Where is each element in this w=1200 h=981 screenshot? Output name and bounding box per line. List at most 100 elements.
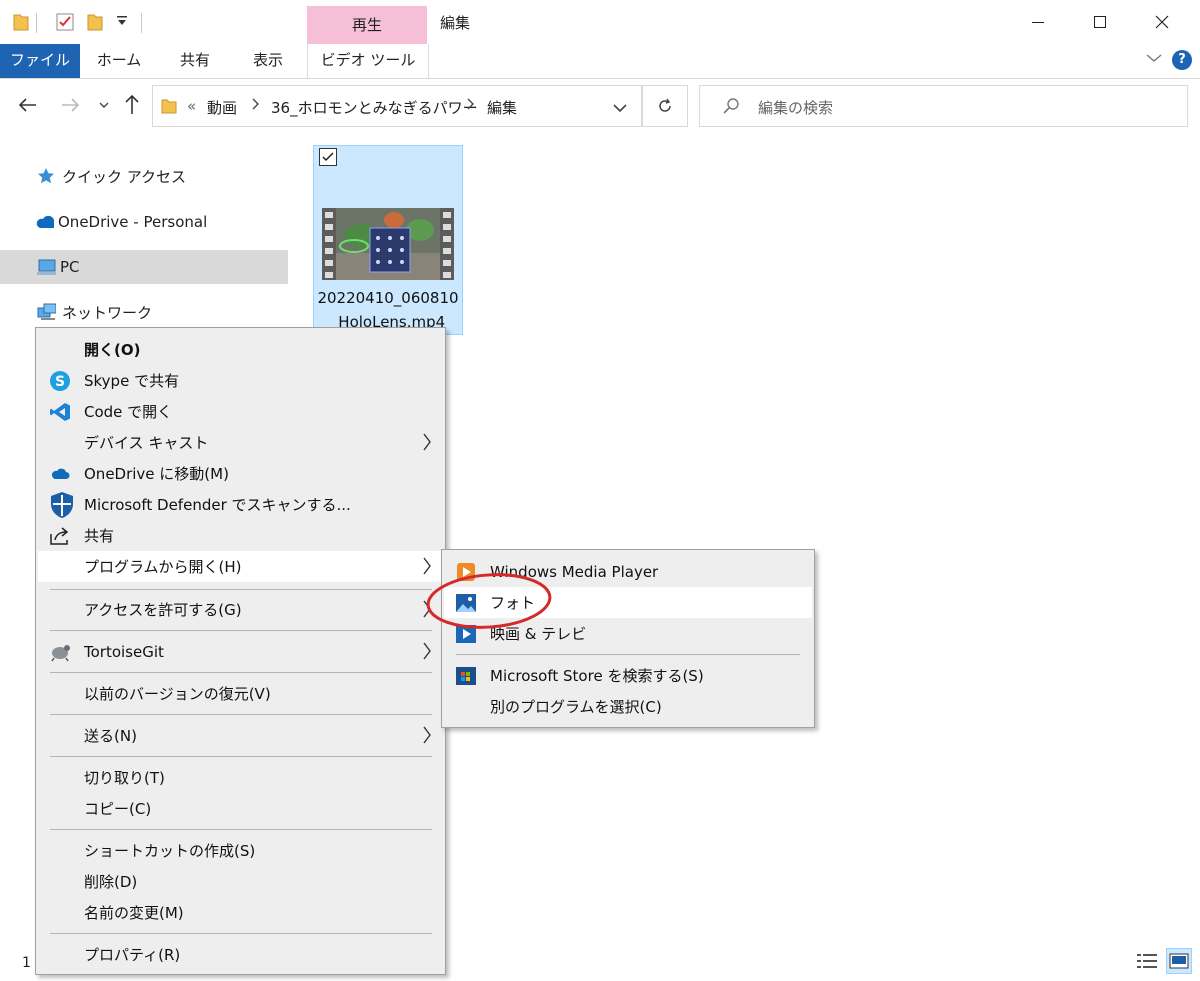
maximize-icon	[1094, 16, 1106, 28]
svg-text:S: S	[55, 374, 65, 390]
file-checkbox[interactable]	[319, 148, 337, 166]
menu-label: Microsoft Store を検索する(S)	[490, 667, 704, 685]
menu-label: 別のプログラムを選択(C)	[490, 698, 662, 716]
menu-item-tortoisegit[interactable]: TortoiseGit	[38, 636, 443, 667]
breadcrumb-project[interactable]: 36_ホロモンとみなぎるパワー	[271, 97, 478, 118]
menu-label: Skype で共有	[84, 372, 180, 390]
minimize-button[interactable]	[1007, 0, 1069, 44]
menu-item-copy[interactable]: コピー(C)	[38, 793, 443, 824]
network-icon	[36, 302, 56, 322]
details-view-button[interactable]	[1136, 950, 1158, 972]
nav-pc[interactable]: PC	[0, 250, 288, 284]
tab-video-tools[interactable]: ビデオ ツール	[307, 44, 429, 78]
file-item[interactable]: 20220410_060810_HoloLens.mp4	[313, 145, 463, 335]
cloud-icon	[34, 212, 54, 232]
folder-icon	[161, 97, 177, 119]
menu-label: ショートカットの作成(S)	[84, 842, 256, 860]
folder-icon	[12, 12, 30, 36]
close-button[interactable]	[1131, 0, 1193, 44]
breadcrumb-edit[interactable]: 編集	[487, 97, 517, 118]
menu-item-restore-previous-versions[interactable]: 以前のバージョンの復元(V)	[38, 678, 443, 709]
menu-separator	[50, 589, 432, 590]
forward-arrow-icon	[62, 98, 80, 112]
menu-label: Code で開く	[84, 403, 173, 421]
menu-separator	[50, 933, 432, 934]
menu-separator	[50, 829, 432, 830]
menu-label: アクセスを許可する(G)	[84, 601, 242, 619]
submenu-item-choose-another-app[interactable]: 別のプログラムを選択(C)	[444, 691, 812, 722]
nav-onedrive[interactable]: OneDrive - Personal	[0, 205, 288, 239]
menu-item-skype-share[interactable]: S Skype で共有	[38, 365, 443, 396]
menu-label: プロパティ(R)	[84, 946, 181, 964]
refresh-button[interactable]	[642, 85, 688, 127]
menu-label: デバイス キャスト	[84, 434, 209, 452]
contextual-tab-header: 再生	[307, 6, 427, 44]
video-thumbnail	[322, 208, 454, 280]
chevron-right-icon	[422, 641, 432, 666]
search-box[interactable]: 編集の検索	[699, 85, 1188, 127]
help-button[interactable]: ?	[1172, 50, 1192, 70]
chevron-down-icon	[99, 102, 109, 108]
breadcrumb-videos[interactable]: 動画	[207, 97, 237, 118]
menu-item-send-to[interactable]: 送る(N)	[38, 720, 443, 751]
maximize-button[interactable]	[1069, 0, 1131, 44]
up-button[interactable]	[122, 90, 142, 120]
menu-item-properties[interactable]: プロパティ(R)	[38, 939, 443, 970]
menu-separator	[50, 756, 432, 757]
menu-item-defender-scan[interactable]: Microsoft Defender でスキャンする...	[38, 489, 443, 520]
customize-quick-access-icon[interactable]	[116, 14, 128, 32]
menu-item-onedrive-move[interactable]: OneDrive に移動(M)	[38, 458, 443, 489]
menu-item-delete[interactable]: 削除(D)	[38, 866, 443, 897]
defender-shield-icon	[48, 491, 76, 519]
new-folder-icon[interactable]	[86, 12, 104, 36]
menu-item-give-access[interactable]: アクセスを許可する(G)	[38, 594, 443, 625]
menu-item-open[interactable]: 開く(O)	[38, 334, 443, 365]
nav-quick-access[interactable]: クイック アクセス	[0, 159, 288, 193]
menu-separator	[50, 714, 432, 715]
large-icons-view-button[interactable]	[1166, 948, 1192, 974]
search-icon	[722, 97, 740, 119]
nav-network[interactable]: ネットワーク	[0, 295, 288, 329]
menu-item-cast-to-device[interactable]: デバイス キャスト	[38, 427, 443, 458]
nav-label: PC	[60, 258, 80, 276]
tab-view[interactable]: 表示	[237, 44, 299, 78]
menu-label: 送る(N)	[84, 727, 137, 745]
cloud-icon	[49, 463, 71, 485]
menu-item-cut[interactable]: 切り取り(T)	[38, 762, 443, 793]
menu-item-open-with[interactable]: プログラムから開く(H)	[38, 551, 443, 582]
menu-item-rename[interactable]: 名前の変更(M)	[38, 897, 443, 928]
recent-locations-button[interactable]	[98, 90, 110, 120]
chevron-right-icon	[422, 432, 432, 457]
expand-ribbon-icon[interactable]	[1146, 48, 1162, 67]
address-dropdown-icon[interactable]	[613, 100, 627, 118]
window-title: 編集	[440, 14, 471, 32]
tab-file[interactable]: ファイル	[0, 44, 80, 78]
menu-separator	[456, 654, 800, 655]
address-bar[interactable]: « 動画 36_ホロモンとみなぎるパワー 編集	[152, 85, 642, 127]
minimize-icon	[1032, 22, 1044, 23]
contextual-tab-label: 再生	[351, 16, 382, 34]
tab-share[interactable]: 共有	[164, 44, 226, 78]
menu-label: 以前のバージョンの復元(V)	[84, 685, 271, 703]
menu-item-open-with-code[interactable]: Code で開く	[38, 396, 443, 427]
divider	[141, 13, 142, 33]
menu-label: Microsoft Defender でスキャンする...	[84, 496, 351, 514]
breadcrumb-overflow[interactable]: «	[187, 97, 196, 115]
forward-button[interactable]	[60, 90, 82, 120]
vscode-icon	[49, 401, 71, 423]
tab-home[interactable]: ホーム	[88, 44, 150, 78]
menu-label: 切り取り(T)	[84, 769, 165, 787]
highlight-annotation-circle	[426, 573, 552, 629]
tortoisegit-icon	[49, 641, 71, 663]
breadcrumb-separator-icon	[467, 97, 475, 115]
menu-item-create-shortcut[interactable]: ショートカットの作成(S)	[38, 835, 443, 866]
menu-label: 名前の変更(M)	[84, 904, 184, 922]
submenu-item-microsoft-store[interactable]: Microsoft Store を検索する(S)	[444, 660, 812, 691]
menu-label: プログラムから開く(H)	[84, 558, 242, 576]
back-button[interactable]	[16, 90, 38, 120]
menu-item-share[interactable]: 共有	[38, 520, 443, 551]
ribbon-tabs: ファイル ホーム 共有 表示 ビデオ ツール	[0, 44, 1200, 79]
up-arrow-icon	[125, 94, 139, 114]
menu-separator	[50, 630, 432, 631]
properties-icon[interactable]	[55, 12, 75, 36]
